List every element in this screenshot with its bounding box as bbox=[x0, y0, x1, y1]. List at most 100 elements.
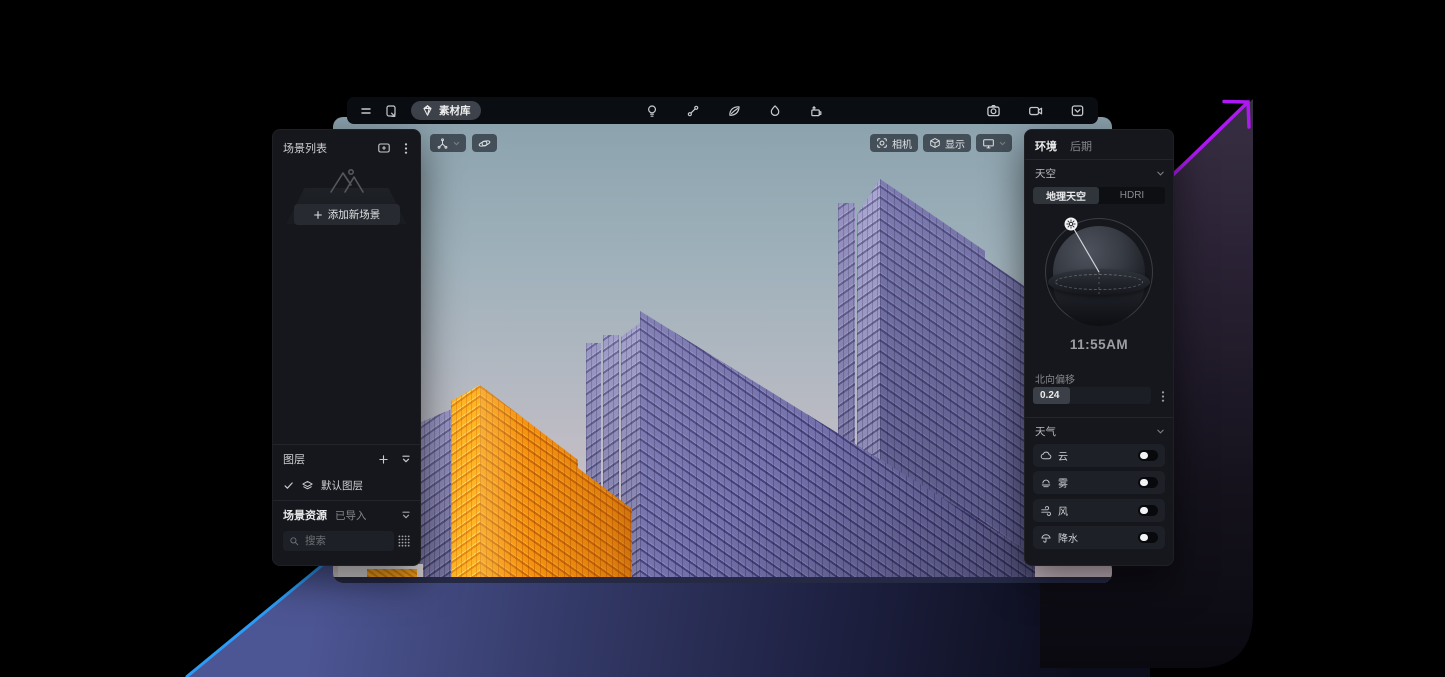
north-offset-slider[interactable]: 0.24 bbox=[1033, 387, 1151, 404]
flame-icon[interactable] bbox=[765, 101, 785, 121]
fog-toggle[interactable] bbox=[1138, 477, 1158, 488]
building-orange-left-face bbox=[451, 385, 480, 583]
video-camera-icon[interactable] bbox=[1025, 101, 1045, 121]
fog-label: 雾 bbox=[1058, 475, 1068, 490]
layers-icon bbox=[301, 479, 314, 492]
wind-label: 风 bbox=[1058, 503, 1068, 518]
sky-mode-segmented: 地理天空 HDRI bbox=[1033, 187, 1165, 204]
asset-library-button[interactable]: 素材库 bbox=[411, 101, 481, 120]
camera-view-button[interactable]: 相机 bbox=[870, 134, 918, 152]
chevron-down-icon bbox=[1156, 169, 1165, 178]
inbox-icon[interactable] bbox=[1067, 101, 1087, 121]
divider bbox=[273, 500, 420, 501]
more-menu-icon[interactable] bbox=[400, 140, 412, 156]
sky-section-label: 天空 bbox=[1035, 166, 1056, 181]
scene-list-panel: 场景列表 添加新场景 图层 bbox=[272, 129, 421, 566]
layers-header: 图层 bbox=[283, 448, 412, 470]
asset-library-label: 素材库 bbox=[439, 103, 471, 118]
display-mode-button[interactable]: 显示 bbox=[923, 134, 971, 152]
grid-view-icon[interactable] bbox=[396, 533, 412, 549]
cube-icon bbox=[929, 137, 941, 149]
precipitation-toggle[interactable] bbox=[1138, 532, 1158, 543]
gizmo-mode-button[interactable] bbox=[430, 134, 466, 152]
north-offset-label: 北向偏移 bbox=[1035, 371, 1075, 386]
resources-header: 场景资源 已导入 bbox=[283, 504, 412, 526]
weather-section-header[interactable]: 天气 bbox=[1035, 421, 1165, 441]
camera-view-label: 相机 bbox=[892, 136, 912, 151]
orbit-icon bbox=[478, 137, 491, 150]
divider bbox=[1025, 417, 1173, 418]
geo-sky-option[interactable]: 地理天空 bbox=[1033, 187, 1099, 204]
search-field[interactable] bbox=[305, 535, 377, 547]
viewport-left-tools bbox=[430, 134, 497, 152]
precipitation-label: 降水 bbox=[1058, 530, 1078, 545]
box-arrow-icon[interactable] bbox=[806, 101, 826, 121]
search-icon bbox=[289, 536, 300, 547]
fog-icon bbox=[1040, 477, 1052, 489]
orbit-mode-button[interactable] bbox=[472, 134, 497, 152]
chevron-down-icon bbox=[453, 140, 460, 147]
bulb-icon[interactable] bbox=[642, 101, 662, 121]
sky-section-header[interactable]: 天空 bbox=[1035, 163, 1165, 183]
sun-handle-overlay bbox=[1025, 214, 1173, 332]
add-panel-icon[interactable] bbox=[376, 140, 392, 156]
screen-options-button[interactable] bbox=[976, 134, 1012, 152]
weather-section-label: 天气 bbox=[1035, 424, 1056, 439]
panel-tabs: 环境 后期 bbox=[1035, 138, 1092, 154]
photo-camera-icon[interactable] bbox=[983, 101, 1003, 121]
chevron-down-icon bbox=[1156, 427, 1165, 436]
sun-handle[interactable] bbox=[1065, 218, 1078, 231]
layer-row-default[interactable]: 默认图层 bbox=[283, 474, 412, 496]
collapse-section-icon[interactable] bbox=[399, 508, 412, 522]
gem-icon bbox=[421, 104, 434, 117]
file-import-icon[interactable] bbox=[381, 101, 401, 121]
layers-title: 图层 bbox=[283, 451, 305, 467]
slider-more-menu-icon[interactable] bbox=[1157, 389, 1169, 403]
sun-time-readout: 11:55AM bbox=[1025, 337, 1173, 352]
environment-panel: 环境 后期 天空 地理天空 HDRI bbox=[1024, 129, 1174, 566]
add-scene-label: 添加新场景 bbox=[328, 207, 381, 222]
leaf-icon[interactable] bbox=[724, 101, 744, 121]
weather-row-wind: 风 bbox=[1033, 499, 1165, 522]
wind-icon bbox=[1040, 505, 1052, 517]
divider bbox=[1025, 159, 1173, 160]
mountains-icon bbox=[327, 166, 367, 194]
check-icon bbox=[283, 480, 294, 491]
add-layer-icon[interactable] bbox=[377, 452, 390, 466]
imported-tab[interactable]: 已导入 bbox=[335, 508, 367, 523]
add-scene-button[interactable]: 添加新场景 bbox=[294, 204, 400, 225]
axis-gizmo-icon bbox=[436, 137, 449, 150]
tab-environment[interactable]: 环境 bbox=[1035, 138, 1057, 154]
viewport-3d-canvas[interactable]: 相机 显示 bbox=[333, 117, 1112, 583]
street-shadow-strip bbox=[333, 577, 1112, 583]
resources-search-row bbox=[283, 530, 412, 552]
chevron-down-icon bbox=[999, 140, 1006, 147]
north-offset-value: 0.24 bbox=[1033, 387, 1070, 404]
weather-row-cloud: 云 bbox=[1033, 444, 1165, 467]
cloud-toggle[interactable] bbox=[1138, 450, 1158, 461]
hdri-option[interactable]: HDRI bbox=[1099, 187, 1165, 204]
cloud-icon bbox=[1040, 450, 1052, 462]
scene-list-header: 场景列表 bbox=[283, 138, 412, 158]
app-toolbar: 素材库 bbox=[347, 97, 1098, 124]
tab-post-processing[interactable]: 后期 bbox=[1070, 138, 1092, 154]
search-input[interactable] bbox=[283, 531, 394, 551]
weather-row-precipitation: 降水 bbox=[1033, 526, 1165, 549]
menu-icon[interactable] bbox=[356, 101, 376, 121]
weather-row-fog: 雾 bbox=[1033, 471, 1165, 494]
wind-toggle[interactable] bbox=[1138, 505, 1158, 516]
display-mode-label: 显示 bbox=[945, 136, 965, 151]
frame-camera-icon bbox=[876, 137, 888, 149]
default-layer-label: 默认图层 bbox=[321, 478, 363, 493]
divider bbox=[273, 444, 420, 445]
umbrella-icon bbox=[1040, 532, 1052, 544]
sun-position-widget[interactable] bbox=[1025, 214, 1173, 332]
viewport-right-tools: 相机 显示 bbox=[870, 134, 1012, 152]
collapse-section-icon[interactable] bbox=[399, 452, 412, 466]
plus-icon bbox=[313, 210, 323, 220]
resources-title: 场景资源 bbox=[283, 507, 327, 523]
monitor-icon bbox=[982, 137, 995, 150]
building-far-left-sliver bbox=[419, 409, 452, 583]
link-icon[interactable] bbox=[683, 101, 703, 121]
cloud-label: 云 bbox=[1058, 448, 1068, 463]
